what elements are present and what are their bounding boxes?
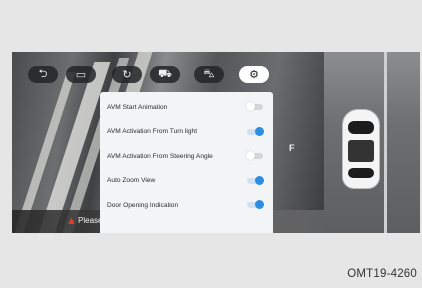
warning-icon: ▲: [66, 215, 77, 227]
car-side-icon: ⛍: [203, 67, 215, 80]
settings-row-label: AVM Activation From Turn light: [107, 128, 198, 135]
camera-view-button[interactable]: ▭: [66, 66, 96, 83]
toggle-knob: [246, 151, 255, 160]
rear-window: [348, 168, 374, 178]
front-marker: F: [289, 143, 295, 153]
front-view-button[interactable]: ⛟: [150, 66, 180, 83]
road-line: [384, 52, 387, 233]
car-front-icon: ⛟: [158, 67, 172, 80]
windshield: [348, 121, 374, 134]
side-view-button[interactable]: ⛍: [194, 66, 224, 83]
avm-screen: F ▲ Please ⮌ ▭ ↻ ⛟ ⛍ ⚙ AVM Start Animation AVM…: [12, 52, 420, 233]
back-arrow-icon: ⮌: [38, 68, 48, 80]
settings-row: AVM Start Animation: [100, 95, 273, 119]
setting-toggle[interactable]: [246, 151, 263, 160]
3d-view-button[interactable]: ↻: [112, 66, 142, 83]
figure-caption: OMT19-4260: [347, 268, 417, 280]
setting-toggle[interactable]: [247, 175, 264, 185]
setting-toggle[interactable]: [246, 102, 263, 111]
toggle-knob: [255, 200, 264, 209]
warning-text: Please: [78, 216, 103, 225]
settings-row-label: Door Opening Indication: [107, 201, 179, 209]
settings-row: Auto Zoom View: [100, 169, 273, 193]
settings-row: AVM Activation From Steering Angle: [100, 144, 273, 168]
sunroof: [348, 140, 374, 162]
toggle-knob: [255, 126, 264, 136]
vehicle-top-view: [342, 109, 380, 189]
setting-toggle[interactable]: [247, 126, 264, 136]
settings-panel: AVM Start Animation AVM Activation From T…: [100, 92, 273, 233]
settings-row: Door Opening Indication: [100, 193, 273, 217]
back-button[interactable]: ⮌: [28, 66, 58, 83]
settings-row-label: AVM Activation From Steering Angle: [107, 152, 213, 160]
settings-button[interactable]: ⚙: [239, 66, 269, 83]
gear-icon: ⚙: [249, 69, 259, 81]
settings-row-label: AVM Start Animation: [107, 103, 168, 111]
settings-row-label: Auto Zoom View: [107, 177, 156, 184]
camera-icon: ▭: [75, 69, 87, 81]
setting-toggle[interactable]: [247, 200, 264, 209]
view-toolbar: ⮌ ▭ ↻ ⛟ ⛍ ⚙: [12, 66, 324, 86]
toggle-knob: [255, 175, 264, 185]
toggle-knob: [246, 102, 255, 111]
settings-row: AVM Activation From Turn light: [100, 120, 273, 144]
3d-rotate-icon: ↻: [122, 69, 132, 81]
